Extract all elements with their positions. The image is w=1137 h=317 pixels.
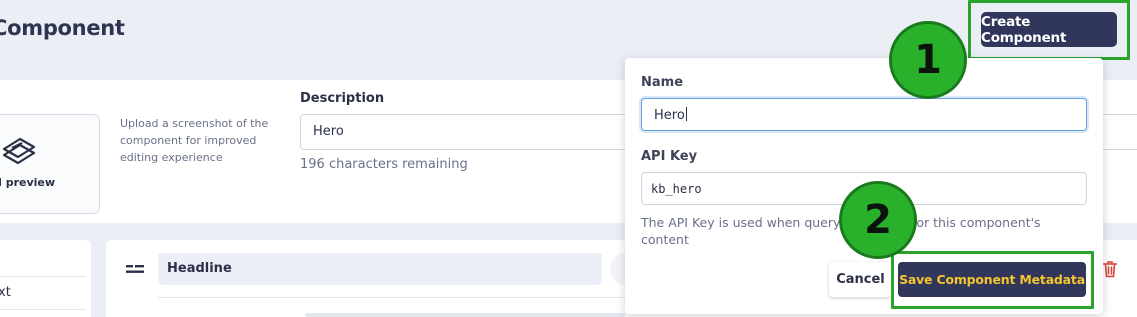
field-list-divider: [0, 276, 86, 277]
step-badge-1: 1: [889, 21, 967, 99]
step-badge-2: 2: [839, 181, 917, 259]
cancel-button[interactable]: Cancel: [829, 262, 892, 297]
field-list-divider: [0, 309, 86, 310]
name-input-value: Hero: [654, 108, 685, 123]
api-key-label: API Key: [641, 149, 698, 164]
create-button-highlight: [968, 0, 1130, 60]
upload-preview-label: d preview: [0, 176, 56, 189]
name-label: Name: [641, 75, 684, 90]
drag-handle-icon[interactable]: [126, 264, 144, 274]
field-list-panel: [0, 240, 91, 317]
upload-stack-icon: [2, 137, 36, 165]
editor-scrollbar[interactable]: [305, 313, 625, 317]
text-caret: [685, 107, 687, 121]
save-button-highlight: [891, 251, 1094, 309]
description-label: Description: [300, 91, 385, 106]
editor-divider: [158, 297, 628, 298]
description-input[interactable]: Hero: [300, 114, 640, 150]
trash-icon[interactable]: [1102, 260, 1118, 278]
name-input[interactable]: Hero: [641, 98, 1087, 131]
field-list-item[interactable]: xt: [0, 285, 11, 300]
description-remaining-count: 196 characters remaining: [300, 157, 468, 172]
upload-help-text: Upload a screenshot of the component for…: [120, 117, 269, 164]
page-title: Component: [0, 16, 125, 40]
headline-field-input[interactable]: Headline: [158, 253, 602, 285]
